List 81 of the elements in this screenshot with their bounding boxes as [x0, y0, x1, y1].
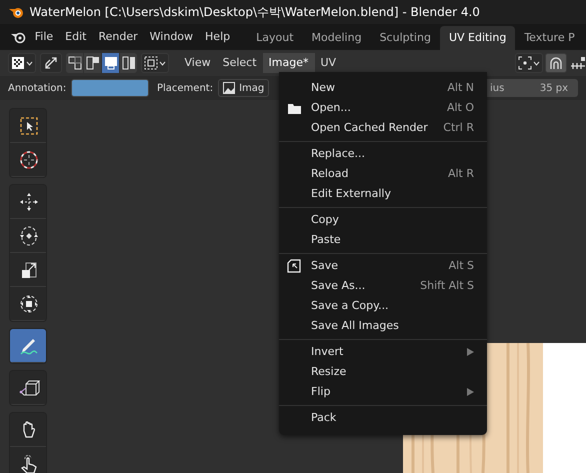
menu-item[interactable]: Help — [199, 28, 236, 46]
tool-button[interactable] — [10, 447, 46, 473]
window-title: WaterMelon [C:\Users\dskim\Desktop\수박\WaterMelon.blend] - Blender 4.0 — [30, 4, 480, 21]
select-mode-icon — [68, 56, 82, 70]
workspace-tab[interactable]: Modeling — [302, 26, 371, 50]
select-mode-icon — [122, 56, 136, 70]
select-box-icon — [18, 114, 40, 136]
header-menu[interactable]: Select — [216, 52, 263, 74]
image-icon — [223, 82, 236, 94]
shortcut-label: Shift Alt S — [420, 278, 474, 294]
caret-icon — [159, 60, 166, 66]
menu-item[interactable]: Window — [144, 28, 200, 46]
workspace-tab[interactable]: UV Editing — [440, 26, 516, 50]
placement-dropdown[interactable]: Imag — [218, 79, 270, 97]
tool-button[interactable] — [10, 253, 46, 287]
tool-button[interactable] — [10, 329, 46, 363]
tool-button[interactable] — [10, 109, 46, 143]
menu-item[interactable]: Save All Images — [279, 316, 487, 336]
sync-selection-toggle[interactable] — [40, 53, 62, 73]
shortcut-label: Alt N — [447, 80, 474, 96]
save-icon — [287, 259, 302, 273]
blender-logo-icon[interactable] — [10, 30, 26, 44]
shortcut-label: Ctrl R — [443, 120, 474, 136]
menu-item[interactable]: Copy — [279, 210, 487, 230]
menu-item[interactable]: Render — [92, 28, 144, 46]
menu-item[interactable]: Flip — [279, 382, 487, 402]
menu-item[interactable]: Pack — [279, 408, 487, 428]
menu-item[interactable]: Open... Alt O — [279, 98, 487, 118]
menu-item[interactable]: Resize — [279, 362, 487, 382]
annotation-label: Annotation: — [8, 82, 66, 96]
shortcut-label: Alt R — [448, 166, 474, 182]
tool-button[interactable] — [10, 413, 46, 447]
workspace-tab[interactable]: Texture P — [515, 26, 584, 50]
face-select-button[interactable] — [102, 53, 119, 73]
island-select-button[interactable] — [120, 53, 137, 73]
caret-icon — [26, 60, 33, 66]
tool-button[interactable] — [10, 143, 46, 177]
menu-item[interactable]: File — [28, 28, 60, 46]
transform-icon — [18, 292, 40, 314]
menu-item[interactable]: Save Alt S — [279, 256, 487, 276]
menu-item[interactable]: Replace... — [279, 144, 487, 164]
menu-item[interactable]: Edit Externally — [279, 184, 487, 204]
menu-item[interactable]: Open Cached Render Ctrl R — [279, 118, 487, 138]
snapping-icon[interactable] — [570, 56, 586, 70]
menu-item[interactable]: Reload Alt R — [279, 164, 487, 184]
shortcut-label: Alt S — [448, 258, 474, 274]
menu-item[interactable]: Edit — [59, 28, 92, 46]
checker-icon — [11, 56, 25, 70]
cursor-icon — [18, 148, 40, 170]
header-menu[interactable]: Image* — [262, 52, 314, 74]
move-icon — [18, 190, 40, 212]
pivot-icon — [518, 56, 532, 70]
magnet-icon — [548, 55, 564, 71]
tool-button[interactable] — [10, 287, 46, 321]
tool-button[interactable] — [10, 219, 46, 253]
select-mode-icon — [86, 56, 100, 70]
menu-item[interactable]: Save As... Shift Alt S — [279, 276, 487, 296]
tool-button[interactable] — [10, 185, 46, 219]
selection-mode-dropdown[interactable] — [141, 53, 169, 73]
pivot-dropdown[interactable] — [514, 53, 542, 73]
placement-label: Placement: — [156, 82, 214, 96]
caret-icon — [532, 60, 540, 66]
edge-select-button[interactable] — [84, 53, 101, 73]
annotation-color-field[interactable] — [71, 79, 150, 97]
vertex-select-button[interactable] — [66, 53, 83, 73]
rotate-icon — [18, 224, 40, 246]
arrows-icon — [43, 55, 59, 71]
blender-logo-icon — [8, 5, 24, 19]
select-box-icon — [144, 56, 158, 70]
menu-item[interactable]: Paste — [279, 230, 487, 250]
workspace-tab[interactable]: Layout — [247, 26, 303, 50]
menu-item[interactable]: Save a Copy... — [279, 296, 487, 316]
tool-button[interactable] — [10, 371, 46, 405]
menu-item[interactable]: Invert — [279, 342, 487, 362]
select-mode-icon — [104, 56, 118, 70]
editor-type-button[interactable] — [8, 53, 36, 73]
header-menu[interactable]: View — [178, 52, 217, 74]
workspace-tab[interactable]: Sculpting — [370, 26, 440, 50]
header-menu[interactable]: UV — [314, 52, 342, 74]
shortcut-label: Alt O — [446, 100, 474, 116]
proportional-editing-toggle[interactable] — [545, 53, 568, 73]
